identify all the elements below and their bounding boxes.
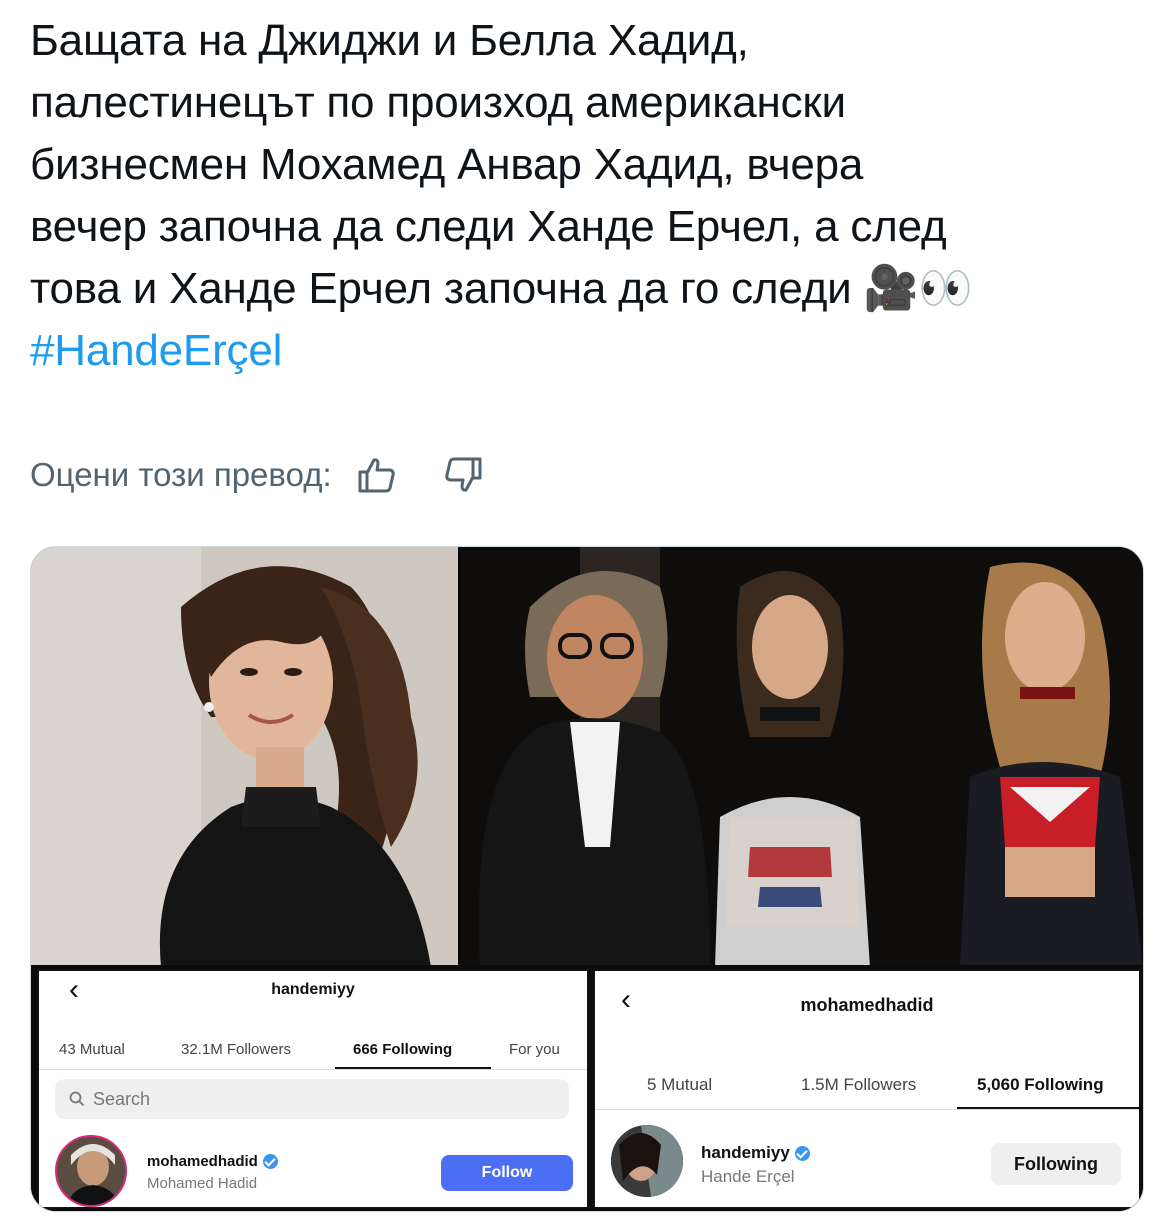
thumbs-down-icon[interactable]: [440, 452, 486, 498]
rate-translation-row: Оцени този превод:: [30, 450, 486, 500]
following-button[interactable]: Following: [991, 1143, 1121, 1185]
thumbs-up-icon[interactable]: [354, 452, 400, 498]
profile-username: mohamedhadid: [800, 995, 934, 1015]
tab-for-you[interactable]: For you: [509, 1041, 560, 1058]
hashtag-link[interactable]: #HandeErçel: [30, 320, 1140, 382]
search-icon: [69, 1091, 85, 1107]
tweet-media-image[interactable]: ‹ handemiyy 43 Mutual 32.1M Followers 66…: [30, 546, 1144, 1212]
avatar[interactable]: [611, 1125, 683, 1197]
account-row-name[interactable]: handemiyy: [701, 1143, 810, 1163]
tab-followers[interactable]: 32.1M Followers: [181, 1041, 291, 1058]
tweet-line: това и Ханде Ерчел започна да го следи: [30, 264, 852, 313]
tab-following[interactable]: 5,060 Following: [977, 1075, 1104, 1095]
tweet-line: палестинецът по произход американски: [30, 78, 846, 127]
tab-followers[interactable]: 1.5M Followers: [801, 1075, 916, 1095]
tab-divider: [39, 1069, 587, 1070]
search-input[interactable]: Search: [55, 1079, 569, 1119]
eyes-emoji: 👀: [918, 263, 973, 314]
instagram-screenshots: ‹ handemiyy 43 Mutual 32.1M Followers 66…: [31, 965, 1143, 1211]
rate-translation-label: Оцени този превод:: [30, 456, 332, 493]
verified-badge-icon: [794, 1145, 810, 1161]
movie-camera-emoji: 🎥: [863, 263, 919, 314]
account-name: handemiyy: [701, 1143, 790, 1162]
tab-following[interactable]: 666 Following: [353, 1041, 452, 1058]
tab-mutual[interactable]: 5 Mutual: [647, 1075, 712, 1095]
tab-divider: [595, 1109, 1139, 1110]
avatar[interactable]: [55, 1135, 127, 1207]
profile-username: handemiyy: [271, 981, 355, 998]
follow-button[interactable]: Follow: [441, 1155, 573, 1191]
verified-badge-icon: [262, 1154, 278, 1169]
tweet-line: бизнесмен Мохамед Анвар Хадид, вчера: [30, 140, 864, 189]
tweet-line: Бащата на Джиджи и Белла Хадид,: [30, 16, 749, 65]
search-placeholder: Search: [93, 1088, 151, 1109]
tweet-text: Бащата на Джиджи и Белла Хадид, палестин…: [30, 10, 1140, 382]
account-row-subname: Hande Erçel: [701, 1167, 795, 1186]
account-name: mohamedhadid: [147, 1153, 258, 1170]
tab-mutual[interactable]: 43 Mutual: [59, 1041, 125, 1058]
profile-panel-handemiyy: ‹ handemiyy 43 Mutual 32.1M Followers 66…: [37, 969, 589, 1209]
profile-panel-mohamedhadid: ‹ mohamedhadid 5 Mutual 1.5M Followers 5…: [593, 969, 1141, 1209]
tweet-line: вечер започна да следи Ханде Ерчел, а сл…: [30, 202, 947, 251]
account-row-name[interactable]: mohamedhadid: [147, 1153, 278, 1170]
account-row-subname: Mohamed Hadid: [147, 1175, 258, 1192]
photo-woman-portrait: [31, 547, 458, 967]
photo-hadid-family: [460, 547, 1143, 967]
